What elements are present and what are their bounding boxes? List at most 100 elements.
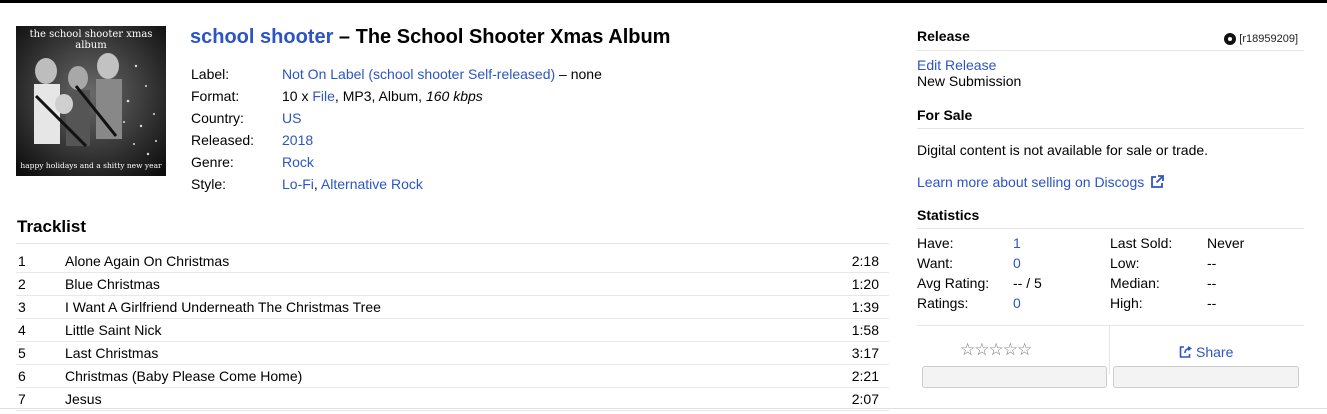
tracklist-table: 1 Alone Again On Christmas 2:18 2 Blue C… bbox=[16, 250, 889, 411]
avg-rating-label: Avg Rating: bbox=[917, 275, 990, 291]
track-row: 1 Alone Again On Christmas 2:18 bbox=[16, 250, 889, 273]
label-catno: – none bbox=[555, 66, 602, 82]
sidebar: Release [r18959209] Edit Release New Sub… bbox=[917, 28, 1304, 378]
info-row-format: Format: 10 x File, MP3, Album, 160 kbps bbox=[191, 88, 602, 110]
track-duration: 2:21 bbox=[802, 364, 889, 388]
release-id-text: [r18959209] bbox=[1239, 33, 1298, 45]
share-button[interactable]: Share bbox=[1179, 344, 1233, 360]
released-link[interactable]: 2018 bbox=[282, 132, 313, 148]
genre-key: Genre: bbox=[191, 154, 234, 170]
want-link[interactable]: 0 bbox=[1013, 255, 1021, 271]
median-label: Median: bbox=[1110, 275, 1160, 291]
info-row-label: Label: Not On Label (school shooter Self… bbox=[191, 66, 602, 88]
track-duration: 2:18 bbox=[802, 250, 889, 273]
track-row: 5 Last Christmas 3:17 bbox=[16, 341, 889, 365]
track-title: Last Christmas bbox=[65, 341, 803, 365]
label-value: Not On Label (school shooter Self-releas… bbox=[282, 66, 602, 88]
format-details: , MP3, Album, bbox=[334, 88, 426, 104]
title-separator: – bbox=[333, 26, 356, 48]
external-link-icon[interactable] bbox=[1150, 175, 1165, 189]
track-row: 6 Christmas (Baby Please Come Home) 2:21 bbox=[16, 364, 889, 388]
tracklist-divider bbox=[16, 243, 889, 244]
learn-more-link[interactable]: Learn more about selling on Discogs bbox=[917, 174, 1144, 190]
rating-share-divider bbox=[1109, 326, 1110, 374]
release-heading: Release bbox=[917, 28, 970, 44]
style-link-alt-rock[interactable]: Alternative Rock bbox=[321, 176, 423, 192]
track-position: 3 bbox=[16, 295, 65, 319]
track-duration: 1:20 bbox=[802, 272, 889, 296]
released-key: Released: bbox=[191, 132, 255, 148]
not-available-text: Digital content is not available for sal… bbox=[917, 142, 1209, 158]
disc-icon bbox=[1224, 33, 1237, 45]
track-duration: 1:58 bbox=[802, 318, 889, 342]
top-border bbox=[0, 0, 1327, 3]
track-title: Blue Christmas bbox=[65, 272, 803, 296]
format-key: Format: bbox=[191, 88, 240, 104]
cover-bottom-text: happy holidays and a shitty new year bbox=[20, 161, 162, 170]
statistics-divider bbox=[917, 228, 1304, 229]
release-divider bbox=[917, 50, 1304, 51]
format-file-link[interactable]: File bbox=[312, 88, 335, 104]
add-to-collection-button[interactable] bbox=[922, 366, 1107, 388]
style-link-lofi[interactable]: Lo-Fi bbox=[282, 176, 314, 192]
country-key: Country: bbox=[191, 110, 244, 126]
track-title: Little Saint Nick bbox=[65, 318, 803, 342]
statistics-heading: Statistics bbox=[917, 207, 980, 223]
statistics-table: Have: 1 Last Sold: Never Want: 0 Low: --… bbox=[917, 233, 1244, 313]
share-label: Share bbox=[1196, 344, 1234, 360]
median-value: -- bbox=[1207, 275, 1217, 291]
low-label: Low: bbox=[1110, 255, 1140, 271]
track-title: Alone Again On Christmas bbox=[65, 250, 803, 273]
last-sold-value: Never bbox=[1207, 235, 1245, 251]
info-row-genre: Genre: Rock bbox=[191, 154, 602, 176]
track-row: 2 Blue Christmas 1:20 bbox=[16, 272, 889, 296]
for-sale-divider bbox=[917, 128, 1304, 129]
track-position: 2 bbox=[16, 272, 65, 296]
avg-rating-value: -- / 5 bbox=[1013, 275, 1042, 291]
track-position: 6 bbox=[16, 364, 65, 388]
cover-top-text: the school shooter xmas album bbox=[29, 29, 153, 51]
release-title: school shooter – The School Shooter Xmas… bbox=[190, 26, 670, 49]
high-label: High: bbox=[1110, 295, 1143, 311]
info-row-country: Country: US bbox=[191, 110, 602, 132]
bottom-divider bbox=[0, 408, 1327, 409]
album-cover[interactable]: the school shooter xmas album happy holi… bbox=[16, 26, 166, 176]
have-link[interactable]: 1 bbox=[1013, 235, 1021, 251]
format-bitrate: 160 kbps bbox=[425, 88, 483, 104]
low-value: -- bbox=[1207, 255, 1217, 271]
release-info: Label: Not On Label (school shooter Self… bbox=[191, 66, 602, 198]
add-to-wantlist-button[interactable] bbox=[1113, 366, 1299, 388]
track-title: I Want A Girlfriend Underneath The Chris… bbox=[65, 295, 803, 319]
tracklist-heading: Tracklist bbox=[17, 217, 86, 236]
share-icon bbox=[1179, 346, 1192, 358]
edit-release-link[interactable]: Edit Release bbox=[917, 57, 996, 73]
info-row-style: Style: Lo-Fi, Alternative Rock bbox=[191, 176, 602, 198]
last-sold-label: Last Sold: bbox=[1110, 235, 1173, 251]
new-submission-text: New Submission bbox=[917, 73, 1022, 89]
track-row: 3 I Want A Girlfriend Underneath The Chr… bbox=[16, 295, 889, 319]
for-sale-heading: For Sale bbox=[917, 107, 973, 123]
artist-link[interactable]: school shooter bbox=[190, 26, 333, 48]
format-value: 10 x File, MP3, Album, 160 kbps bbox=[282, 88, 602, 110]
label-key: Label: bbox=[191, 66, 230, 82]
want-label: Want: bbox=[917, 255, 954, 271]
track-title: Christmas (Baby Please Come Home) bbox=[65, 364, 803, 388]
ratings-label: Ratings: bbox=[917, 295, 969, 311]
track-position: 1 bbox=[16, 250, 65, 273]
release-id[interactable]: [r18959209] bbox=[1224, 33, 1298, 45]
star-rating[interactable]: ☆☆☆☆☆ bbox=[960, 340, 1032, 360]
country-link[interactable]: US bbox=[282, 110, 301, 126]
track-row: 4 Little Saint Nick 1:58 bbox=[16, 318, 889, 342]
style-separator: , bbox=[313, 176, 321, 192]
format-prefix: 10 x bbox=[282, 88, 313, 104]
track-duration: 1:39 bbox=[802, 295, 889, 319]
info-row-released: Released: 2018 bbox=[191, 132, 602, 154]
label-link[interactable]: Not On Label (school shooter Self-releas… bbox=[282, 66, 555, 82]
style-key: Style: bbox=[191, 176, 227, 192]
ratings-link[interactable]: 0 bbox=[1013, 295, 1021, 311]
genre-link[interactable]: Rock bbox=[282, 154, 314, 170]
track-position: 4 bbox=[16, 318, 65, 342]
track-duration: 3:17 bbox=[802, 341, 889, 365]
track-position: 5 bbox=[16, 341, 65, 365]
release-section-header: Release [r18959209] bbox=[917, 28, 1304, 50]
